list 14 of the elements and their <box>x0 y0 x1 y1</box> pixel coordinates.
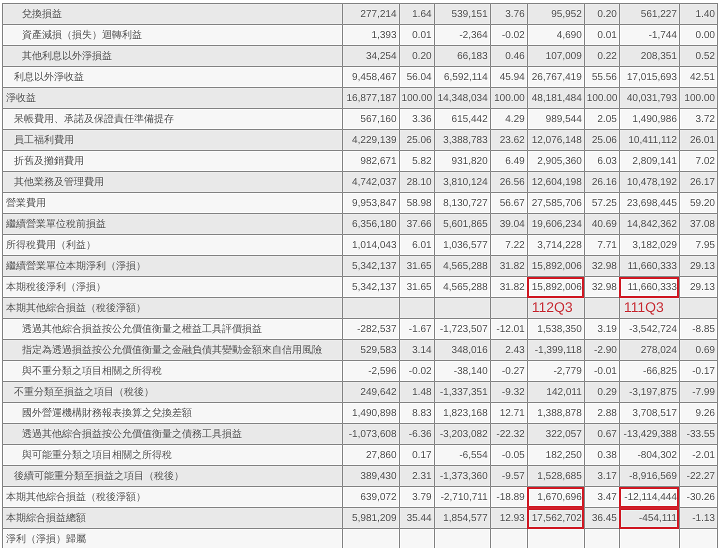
row-label: 淨利（淨損）歸屬 <box>2 528 343 548</box>
table-cell: 1,670,696 <box>527 486 584 508</box>
table-cell: -12,114,444 <box>619 486 680 508</box>
table-cell: 11,660,333 <box>619 256 680 276</box>
table-cell: -454,111 <box>619 508 680 528</box>
annotation-label: 111Q3 <box>622 298 664 314</box>
table-cell: 11,660,333 <box>619 276 680 298</box>
table-cell: 15,892,006 <box>527 276 584 298</box>
annotation-label: 112Q3 <box>530 298 573 314</box>
table-cell: 1,528,685 <box>527 466 584 486</box>
table-cell: 15,892,006 <box>527 256 584 276</box>
table-cell: 17,562,702 <box>527 508 584 528</box>
table-cell: -8,916,569 <box>619 466 680 486</box>
row-label: 兌換損益 <box>2 4 343 24</box>
